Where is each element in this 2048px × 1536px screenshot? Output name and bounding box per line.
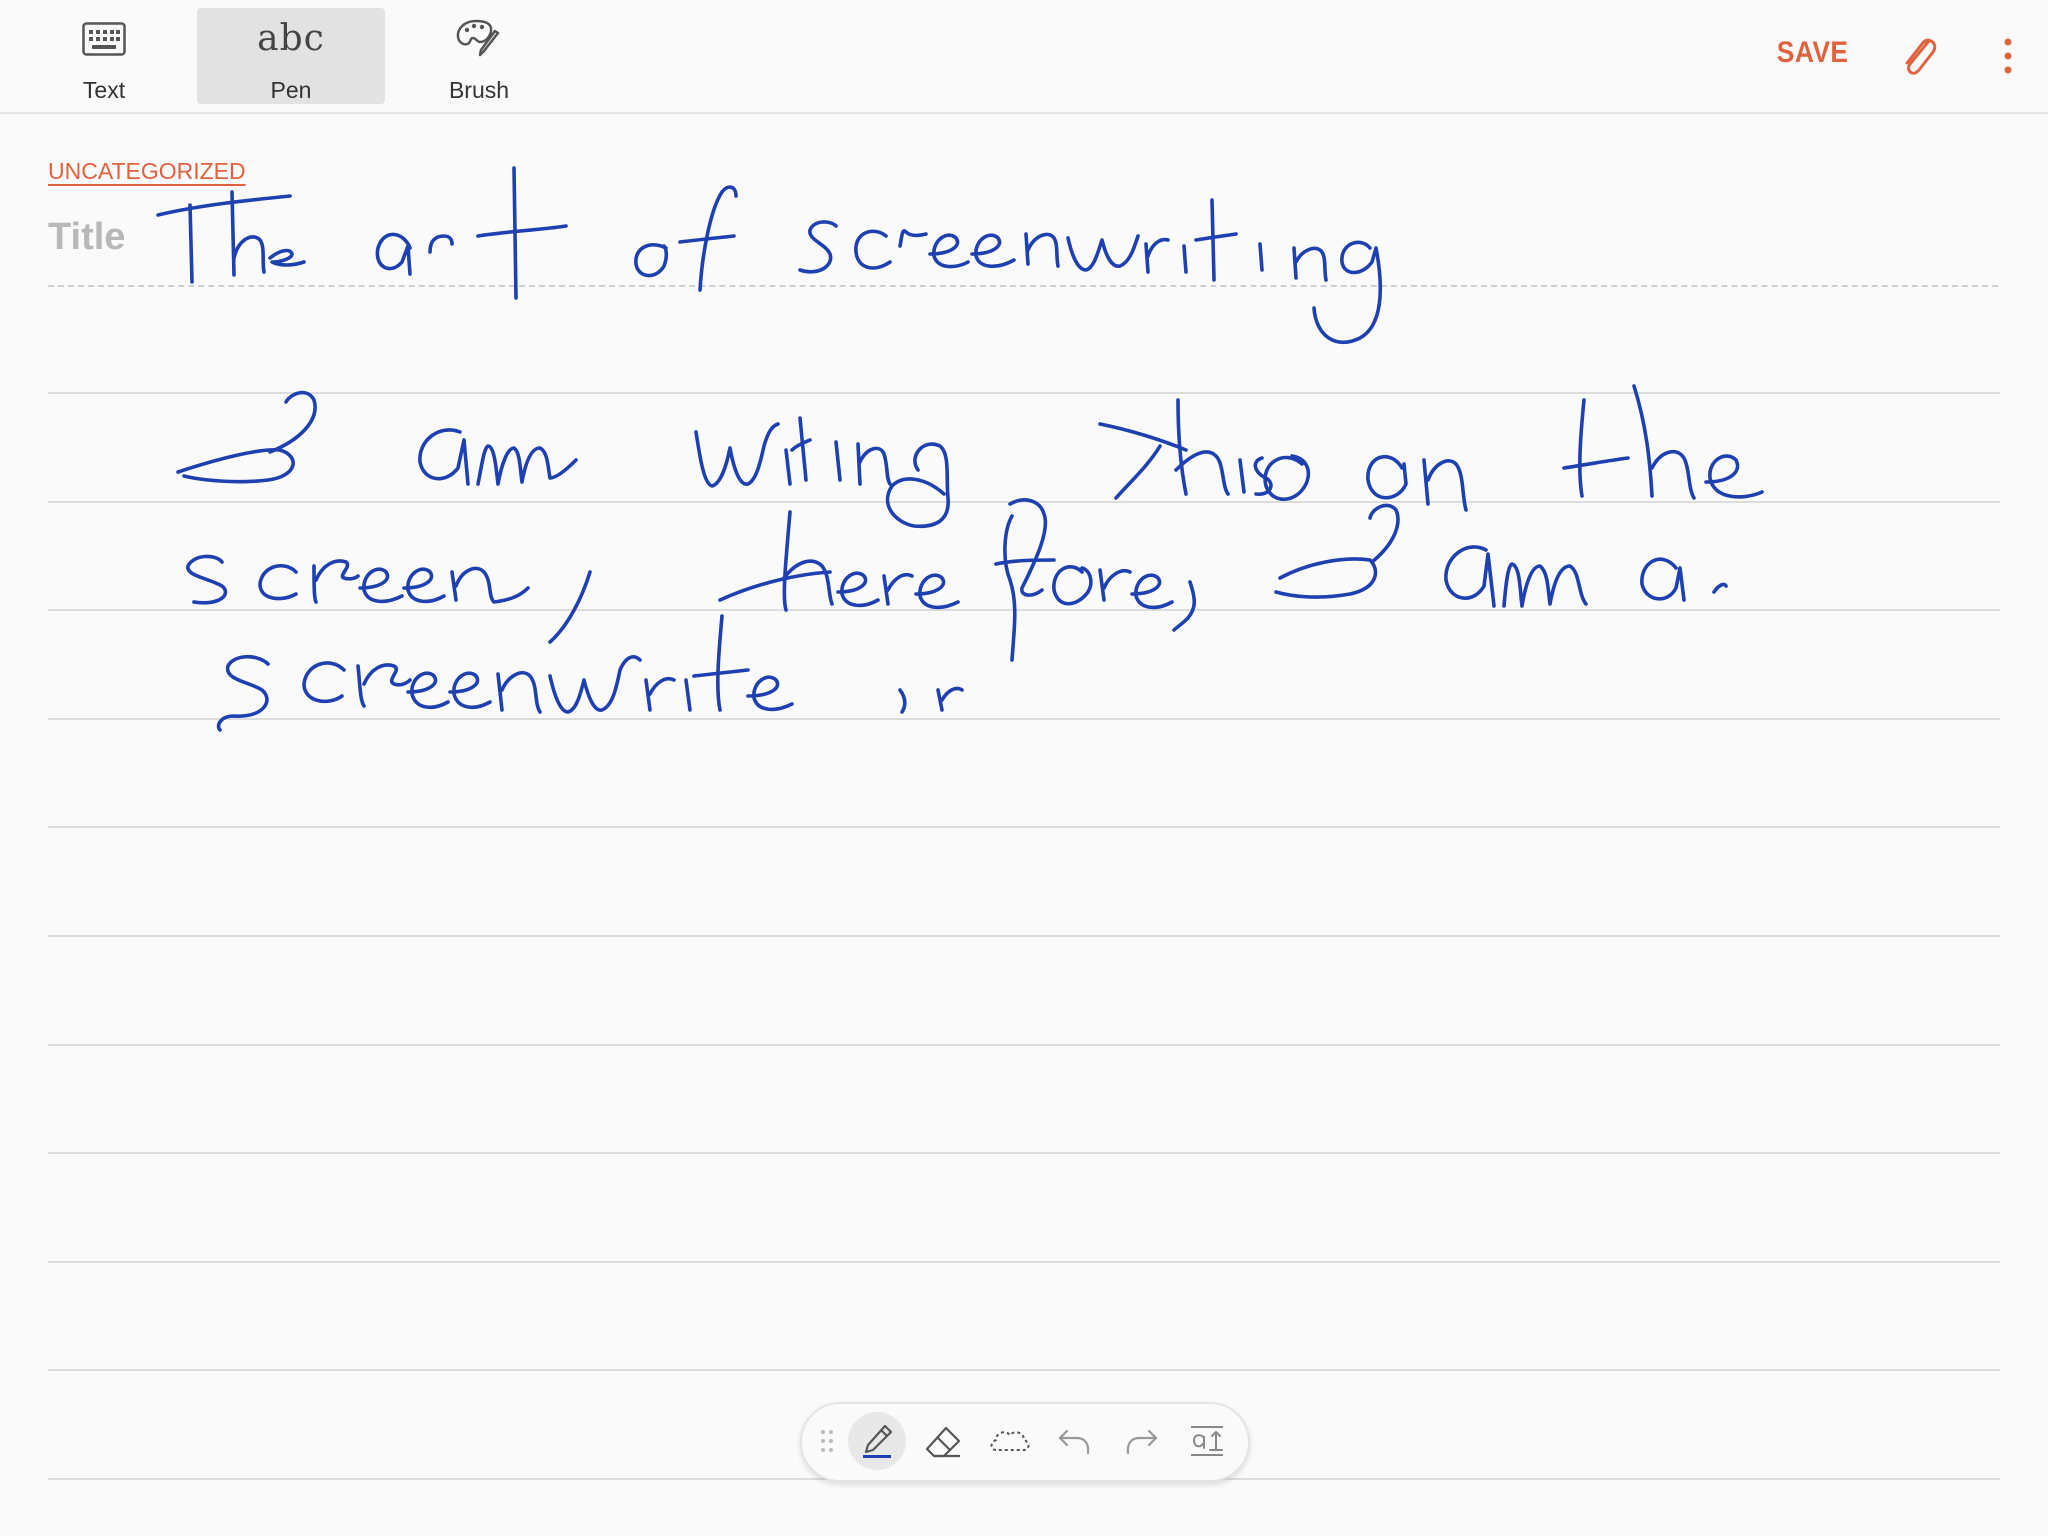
ruled-line: [48, 392, 2000, 394]
ruled-line: [48, 1260, 2000, 1263]
ruled-line: [48, 1369, 2000, 1372]
save-button[interactable]: SAVE: [1776, 36, 1848, 70]
paperclip-icon[interactable]: [1898, 34, 1938, 78]
handwriting-canvas: [156, 166, 1764, 732]
drag-handle-icon[interactable]: [812, 1412, 842, 1470]
top-toolbar: Text abc Pen Brush SAVE: [0, 0, 2048, 114]
ruled-line: [48, 935, 2000, 937]
handwritten-title-strokes: [156, 166, 1383, 345]
brush-mode-button[interactable]: Brush: [385, 8, 573, 104]
pen-mode-button[interactable]: abc Pen: [197, 8, 385, 104]
ruled-line: [48, 1043, 2000, 1046]
handwritten-body-line-3: [216, 614, 964, 732]
undo-icon[interactable]: [1046, 1412, 1104, 1470]
keyboard-icon: [82, 14, 126, 63]
pen-mode-label: Pen: [270, 77, 312, 103]
text-mode-button[interactable]: Text: [10, 8, 198, 104]
more-vertical-icon[interactable]: [1998, 34, 2018, 78]
pen-toolbar: [800, 1402, 1250, 1482]
convert-to-text-icon[interactable]: [1178, 1412, 1236, 1470]
ruled-line: [48, 1152, 2000, 1155]
eraser-icon[interactable]: [914, 1412, 972, 1470]
ruled-line: [48, 717, 2000, 720]
ruled-line: [48, 609, 2000, 612]
abc-glyph: abc: [257, 18, 325, 59]
handwritten-body-line-2: [186, 498, 1728, 662]
ruled-line: [48, 500, 2000, 503]
abc-handwriting-icon: abc: [257, 14, 325, 63]
title-divider: [48, 285, 1998, 287]
pen-icon[interactable]: [848, 1412, 906, 1470]
brush-mode-label: Brush: [448, 77, 510, 103]
text-mode-label: Text: [82, 77, 126, 103]
palette-brush-icon: [454, 14, 504, 63]
redo-icon[interactable]: [1112, 1412, 1170, 1470]
title-placeholder[interactable]: Title: [48, 216, 125, 259]
category-link[interactable]: UNCATEGORIZED: [48, 158, 246, 185]
ruled-line: [48, 826, 2000, 829]
lasso-select-icon[interactable]: [980, 1412, 1038, 1470]
handwritten-body-line-1: [176, 384, 1764, 529]
